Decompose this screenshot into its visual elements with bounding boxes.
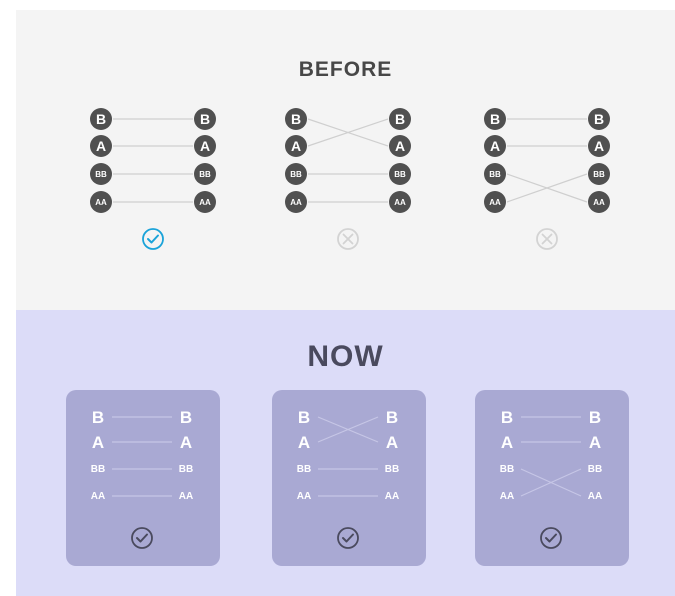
now-diagram-3-right-label-bb: BB <box>588 464 602 475</box>
now-diagram-1-right-label-aa: AA <box>179 491 193 502</box>
before-diagram-1: BABBAABABBAA <box>90 108 216 250</box>
before-diagram-1-right-label-b: B <box>200 111 210 127</box>
now-card-3: B A BB AA B A BB AA <box>475 390 629 566</box>
before-diagram-1-left-label-b: B <box>96 111 106 127</box>
before-diagram-3-cross-circle-icon <box>536 228 558 250</box>
now-diagram-1-left-label-aa: AA <box>91 491 105 502</box>
before-diagram-1-right-label-aa: AA <box>199 198 211 207</box>
now-diagram-3-right-label-a: A <box>589 433 601 452</box>
now-diagram-1: BABBAABABBAA <box>91 408 193 549</box>
now-diagram-2-left-label-bb: BB <box>297 464 311 475</box>
before-diagram-3-left-label-a: A <box>490 138 500 154</box>
now-diagram-3-left-label-aa: AA <box>500 491 514 502</box>
before-diagram-2-right-label-aa: AA <box>394 198 406 207</box>
now-diagram-3-check-circle-icon <box>540 527 562 549</box>
now-diagram-2-right-label-a: A <box>386 433 398 452</box>
now-diagram-3-left-label-bb: BB <box>500 464 514 475</box>
now-card-1: B A BB AA B A BB AA <box>66 390 220 566</box>
now-diagram-2-left-label-aa: AA <box>297 491 311 502</box>
before-title: BEFORE <box>298 58 393 81</box>
now-section: NOW B A BB AA B A BB AA B A BB AA B A BB AA B A BB AA B A BB… <box>16 310 675 596</box>
now-diagram-1-right-label-a: A <box>180 433 192 452</box>
now-diagram-1-left-label-bb: BB <box>91 464 105 475</box>
now-diagram-1-left-label-b: B <box>92 408 104 427</box>
now-diagram-3: BABBAABABBAA <box>500 408 602 549</box>
now-diagram-2: BABBAABABBAA <box>297 408 399 549</box>
before-diagram-2-right-label-a: A <box>395 138 405 154</box>
before-section: BEFORE B A BB AA B A BB AA B A BB AA B A BB AA B A BB AA B… <box>16 10 675 310</box>
now-diagram-2-right-label-b: B <box>386 408 398 427</box>
before-diagram-1-check-circle-icon <box>142 228 164 250</box>
before-diagram-1-left-label-bb: BB <box>95 170 107 179</box>
before-diagram-2-right-label-b: B <box>395 111 405 127</box>
before-diagram-3: BABBAABABBAA <box>484 108 610 250</box>
before-diagram-3-left-label-b: B <box>490 111 500 127</box>
before-diagram-2-cross-circle-icon <box>337 228 359 250</box>
now-diagram-2-right-label-aa: AA <box>385 491 399 502</box>
before-diagram-2-left-label-aa: AA <box>290 198 302 207</box>
comparison-graphic: BEFORE B A BB AA B A BB AA B A BB AA B A BB AA B A BB AA B… <box>0 0 675 596</box>
before-diagram-2-left-label-b: B <box>291 111 301 127</box>
now-diagram-3-right-label-b: B <box>589 408 601 427</box>
before-diagram-3-left-label-aa: AA <box>489 198 501 207</box>
before-diagram-3-right-label-b: B <box>594 111 604 127</box>
before-diagram-3-right-label-bb: BB <box>593 170 605 179</box>
before-diagram-3-left-label-bb: BB <box>489 170 501 179</box>
before-diagram-3-right-label-a: A <box>594 138 604 154</box>
before-diagram-1-left-label-aa: AA <box>95 198 107 207</box>
now-diagram-2-check-circle-icon <box>337 527 359 549</box>
now-diagram-2-left-label-b: B <box>298 408 310 427</box>
now-title: NOW <box>307 340 384 373</box>
now-diagram-2-right-label-bb: BB <box>385 464 399 475</box>
before-diagram-1-right-label-a: A <box>200 138 210 154</box>
now-diagram-3-left-label-b: B <box>501 408 513 427</box>
now-diagram-1-left-label-a: A <box>92 433 104 452</box>
before-diagram-3-right-label-aa: AA <box>593 198 605 207</box>
before-diagram-1-right-label-bb: BB <box>199 170 211 179</box>
before-diagram-1-left-label-a: A <box>96 138 106 154</box>
before-diagram-2-left-label-bb: BB <box>290 170 302 179</box>
now-card-2: B A BB AA B A BB AA <box>272 390 426 566</box>
now-diagram-3-right-label-aa: AA <box>588 491 602 502</box>
before-diagram-2-right-label-bb: BB <box>394 170 406 179</box>
before-diagram-2: BABBAABABBAA <box>285 108 411 250</box>
now-diagram-2-left-label-a: A <box>298 433 310 452</box>
before-diagram-2-left-label-a: A <box>291 138 301 154</box>
now-diagram-1-right-label-bb: BB <box>179 464 193 475</box>
now-diagram-3-left-label-a: A <box>501 433 513 452</box>
now-diagram-1-check-circle-icon <box>131 527 153 549</box>
now-diagram-1-right-label-b: B <box>180 408 192 427</box>
